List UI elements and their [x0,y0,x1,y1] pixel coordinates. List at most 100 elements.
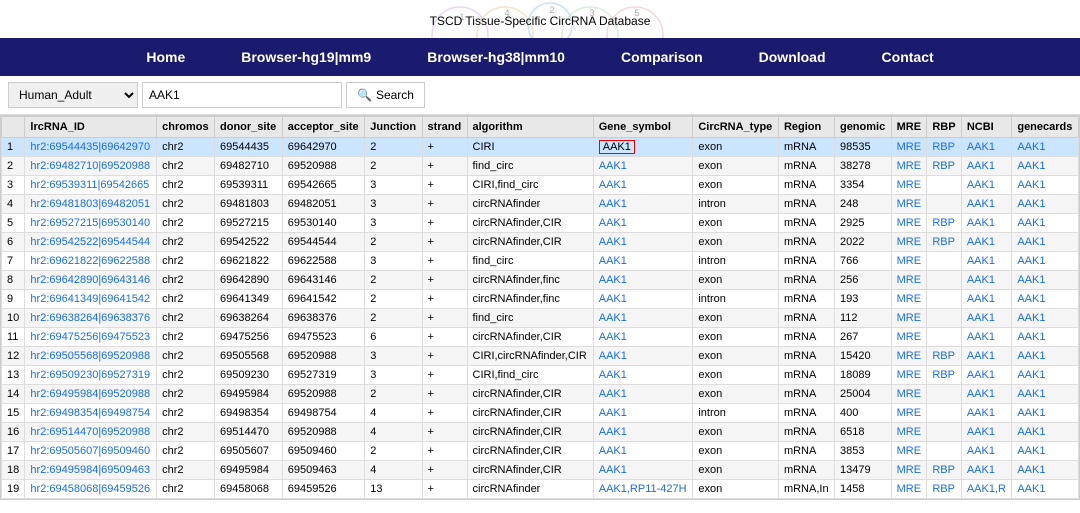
cell-mre[interactable]: MRE [891,423,927,442]
cell-gene-symbol[interactable]: AAK1 [593,214,693,233]
cell-lrcrna-id[interactable]: hr2:69641349|69641542 [25,290,157,309]
cell-genecards[interactable]: AAK1 [1012,214,1079,233]
cell-gene-symbol[interactable]: AAK1 [593,385,693,404]
cell-gene-symbol[interactable]: AAK1 [593,157,693,176]
cell-rbp[interactable] [927,328,961,347]
search-button[interactable]: 🔍 Search [346,82,425,108]
nav-browser-hg19[interactable]: Browser-hg19|mm9 [213,38,399,76]
table-row[interactable]: 13hr2:69509230|69527319chr26950923069527… [2,366,1079,385]
cell-rbp[interactable]: RBP [927,347,961,366]
cell-ncbi[interactable]: AAK1 [961,290,1012,309]
cell-genecards[interactable]: AAK1 [1012,442,1079,461]
cell-rbp[interactable] [927,309,961,328]
cell-ncbi[interactable]: AAK1 [961,214,1012,233]
cell-gene-symbol[interactable]: AAK1 [593,328,693,347]
cell-genecards[interactable]: AAK1 [1012,480,1079,499]
cell-ncbi[interactable]: AAK1 [961,347,1012,366]
cell-rbp[interactable] [927,423,961,442]
cell-lrcrna-id[interactable]: hr2:69621822|69622588 [25,252,157,271]
cell-rbp[interactable] [927,404,961,423]
cell-genecards[interactable]: AAK1 [1012,366,1079,385]
cell-mre[interactable]: MRE [891,290,927,309]
cell-mre[interactable]: MRE [891,461,927,480]
cell-ncbi[interactable]: AAK1 [961,423,1012,442]
cell-gene-symbol[interactable]: AAK1 [593,423,693,442]
table-row[interactable]: 3hr2:69539311|69542665chr269539311695426… [2,176,1079,195]
table-row[interactable]: 4hr2:69481803|69482051chr269481803694820… [2,195,1079,214]
cell-ncbi[interactable]: AAK1 [961,328,1012,347]
cell-gene-symbol[interactable]: AAK1 [593,461,693,480]
cell-rbp[interactable] [927,442,961,461]
table-row[interactable]: 1hr2:69544435|69642970chr269544435696429… [2,138,1079,157]
cell-lrcrna-id[interactable]: hr2:69498354|69498754 [25,404,157,423]
cell-mre[interactable]: MRE [891,138,927,157]
cell-gene-symbol[interactable]: AAK1 [593,347,693,366]
cell-ncbi[interactable]: AAK1 [961,138,1012,157]
cell-genecards[interactable]: AAK1 [1012,233,1079,252]
cell-genecards[interactable]: AAK1 [1012,461,1079,480]
cell-gene-symbol[interactable]: AAK1 [593,252,693,271]
cell-mre[interactable]: MRE [891,252,927,271]
cell-lrcrna-id[interactable]: hr2:69505568|69520988 [25,347,157,366]
nav-home[interactable]: Home [118,38,213,76]
cell-genecards[interactable]: AAK1 [1012,328,1079,347]
cell-ncbi[interactable]: AAK1 [961,271,1012,290]
cell-ncbi[interactable]: AAK1 [961,404,1012,423]
cell-rbp[interactable] [927,195,961,214]
cell-lrcrna-id[interactable]: hr2:69642890|69643146 [25,271,157,290]
cell-gene-symbol[interactable]: AAK1 [593,176,693,195]
cell-lrcrna-id[interactable]: hr2:69527215|69530140 [25,214,157,233]
cell-genecards[interactable]: AAK1 [1012,404,1079,423]
cell-mre[interactable]: MRE [891,385,927,404]
cell-gene-symbol[interactable]: AAK1 [593,366,693,385]
cell-mre[interactable]: MRE [891,176,927,195]
table-row[interactable]: 8hr2:69642890|69643146chr269642890696431… [2,271,1079,290]
cell-mre[interactable]: MRE [891,404,927,423]
cell-genecards[interactable]: AAK1 [1012,176,1079,195]
cell-genecards[interactable]: AAK1 [1012,138,1079,157]
cell-genecards[interactable]: AAK1 [1012,347,1079,366]
cell-rbp[interactable] [927,385,961,404]
cell-mre[interactable]: MRE [891,271,927,290]
table-row[interactable]: 6hr2:69542522|69544544chr269542522695445… [2,233,1079,252]
table-row[interactable]: 10hr2:69638264|69638376chr26963826469638… [2,309,1079,328]
search-input[interactable] [142,82,342,108]
cell-ncbi[interactable]: AAK1 [961,442,1012,461]
cell-ncbi[interactable]: AAK1 [961,176,1012,195]
cell-mre[interactable]: MRE [891,442,927,461]
table-row[interactable]: 7hr2:69621822|69622588chr269621822696225… [2,252,1079,271]
nav-download[interactable]: Download [731,38,854,76]
cell-lrcrna-id[interactable]: hr2:69542522|69544544 [25,233,157,252]
cell-gene-symbol[interactable]: AAK1 [593,195,693,214]
cell-lrcrna-id[interactable]: hr2:69482710|69520988 [25,157,157,176]
table-row[interactable]: 19hr2:69458068|69459526chr26945806869459… [2,480,1079,499]
cell-rbp[interactable] [927,176,961,195]
cell-mre[interactable]: MRE [891,157,927,176]
table-row[interactable]: 9hr2:69641349|69641542chr269641349696415… [2,290,1079,309]
cell-rbp[interactable]: RBP [927,233,961,252]
table-row[interactable]: 12hr2:69505568|69520988chr26950556869520… [2,347,1079,366]
cell-ncbi[interactable]: AAK1 [961,252,1012,271]
cell-mre[interactable]: MRE [891,233,927,252]
cell-genecards[interactable]: AAK1 [1012,290,1079,309]
cell-lrcrna-id[interactable]: hr2:69495984|69509463 [25,461,157,480]
cell-rbp[interactable]: RBP [927,480,961,499]
cell-gene-symbol[interactable]: AAK1,RP11-427H [593,480,693,499]
table-row[interactable]: 2hr2:69482710|69520988chr269482710695209… [2,157,1079,176]
cell-mre[interactable]: MRE [891,347,927,366]
cell-rbp[interactable]: RBP [927,366,961,385]
cell-rbp[interactable]: RBP [927,461,961,480]
table-row[interactable]: 17hr2:69505607|69509460chr26950560769509… [2,442,1079,461]
cell-lrcrna-id[interactable]: hr2:69514470|69520988 [25,423,157,442]
cell-ncbi[interactable]: AAK1 [961,233,1012,252]
cell-genecards[interactable]: AAK1 [1012,423,1079,442]
cell-rbp[interactable] [927,271,961,290]
cell-gene-symbol[interactable]: AAK1 [593,233,693,252]
nav-browser-hg38[interactable]: Browser-hg38|mm10 [399,38,593,76]
cell-gene-symbol[interactable]: AAK1 [593,271,693,290]
table-row[interactable]: 11hr2:69475256|69475523chr26947525669475… [2,328,1079,347]
cell-ncbi[interactable]: AAK1 [961,195,1012,214]
cell-genecards[interactable]: AAK1 [1012,252,1079,271]
cell-mre[interactable]: MRE [891,366,927,385]
cell-rbp[interactable] [927,290,961,309]
